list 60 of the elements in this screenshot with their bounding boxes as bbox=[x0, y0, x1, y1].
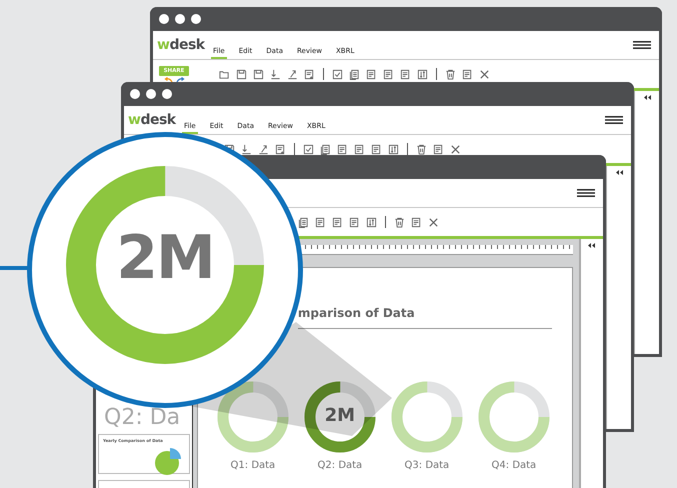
arrow-up-icon[interactable] bbox=[258, 144, 269, 154]
document-plus-icon[interactable] bbox=[304, 68, 315, 80]
menu-icon[interactable] bbox=[633, 41, 651, 49]
logo: wdesk bbox=[157, 37, 206, 53]
document-icon[interactable] bbox=[366, 68, 377, 80]
window-dot-icon[interactable] bbox=[159, 14, 169, 24]
document-icon[interactable] bbox=[462, 68, 473, 80]
window-dot-icon[interactable] bbox=[175, 14, 185, 24]
heading-text: Q2: Da bbox=[104, 407, 180, 429]
close-icon[interactable] bbox=[428, 216, 439, 228]
donut-value: 2M bbox=[324, 405, 356, 426]
checkbox-icon[interactable] bbox=[332, 68, 343, 80]
document-icon[interactable] bbox=[433, 144, 444, 154]
floppy-icon[interactable] bbox=[236, 68, 247, 80]
pages-icon[interactable] bbox=[298, 216, 309, 228]
arrow-down-icon[interactable] bbox=[270, 68, 281, 80]
checkbox-icon[interactable] bbox=[303, 144, 314, 154]
folder-icon[interactable] bbox=[219, 68, 230, 80]
pages-icon[interactable] bbox=[349, 68, 360, 80]
arrow-up-icon[interactable] bbox=[287, 68, 298, 80]
close-icon[interactable] bbox=[450, 144, 461, 154]
sort-icon[interactable] bbox=[388, 144, 399, 154]
trash-icon[interactable] bbox=[416, 144, 427, 154]
donut-value: 2M bbox=[116, 223, 214, 293]
donut-label: Q2: Data bbox=[318, 460, 362, 471]
window-dot-icon[interactable] bbox=[191, 14, 201, 24]
pages-icon[interactable] bbox=[320, 144, 331, 154]
arrow-down-icon[interactable] bbox=[241, 144, 252, 154]
redo-icon[interactable] bbox=[176, 76, 184, 82]
donut-label: Q4: Data bbox=[492, 460, 536, 471]
document-icon[interactable] bbox=[400, 68, 411, 80]
logo: wdesk bbox=[128, 112, 178, 128]
document-icon[interactable] bbox=[383, 68, 394, 80]
donut-label: Q1: Data bbox=[230, 460, 276, 471]
document-icon[interactable] bbox=[349, 216, 360, 228]
collapse-icon[interactable] bbox=[644, 95, 650, 100]
document-icon[interactable] bbox=[411, 216, 422, 228]
menu-icon[interactable] bbox=[605, 116, 623, 124]
page-title: mparison of Data bbox=[298, 306, 416, 320]
collapse-icon[interactable] bbox=[616, 170, 622, 175]
window-dot-icon[interactable] bbox=[130, 89, 140, 99]
document-icon[interactable] bbox=[315, 216, 326, 228]
pie-chart-icon bbox=[152, 447, 183, 477]
document-icon[interactable] bbox=[337, 144, 348, 154]
sort-icon[interactable] bbox=[366, 216, 377, 228]
menu-icon[interactable] bbox=[577, 189, 595, 197]
trash-icon[interactable] bbox=[445, 68, 456, 80]
floppy-icon[interactable] bbox=[253, 68, 264, 80]
donut-label: Q3: Data bbox=[404, 460, 450, 471]
trash-icon[interactable] bbox=[394, 216, 405, 228]
close-icon[interactable] bbox=[479, 68, 490, 80]
document-icon[interactable] bbox=[371, 144, 382, 154]
sort-icon[interactable] bbox=[417, 68, 428, 80]
document-plus-icon[interactable] bbox=[275, 144, 286, 154]
document-icon[interactable] bbox=[332, 216, 343, 228]
document-icon[interactable] bbox=[354, 144, 365, 154]
undo-icon[interactable] bbox=[164, 76, 172, 82]
window-dot-icon[interactable] bbox=[146, 89, 156, 99]
collapse-icon[interactable] bbox=[588, 243, 596, 248]
window-dot-icon[interactable] bbox=[162, 89, 172, 99]
